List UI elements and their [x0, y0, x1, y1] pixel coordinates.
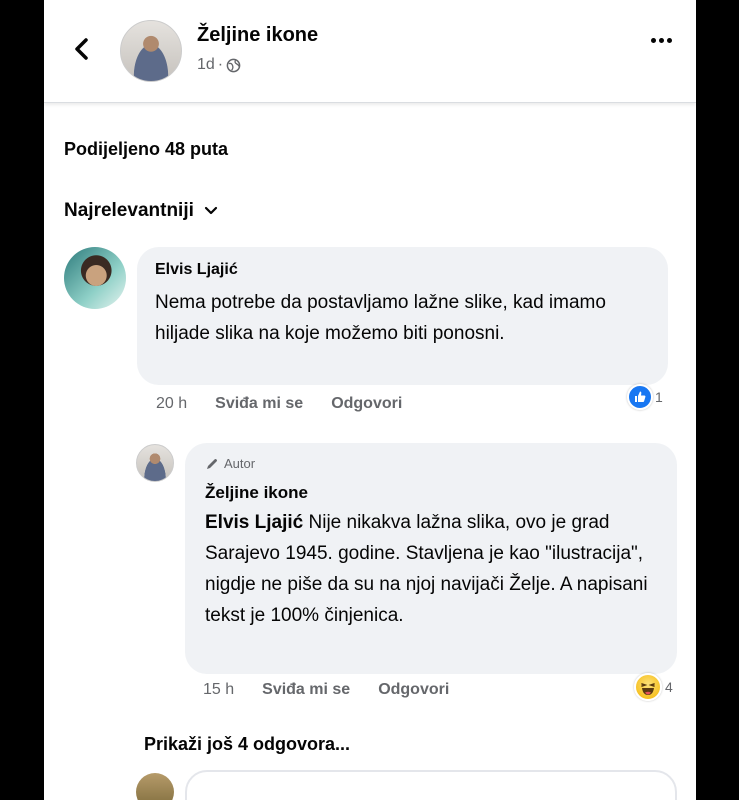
shares-count[interactable]: Podijeljeno 48 puta: [64, 139, 228, 160]
page-title[interactable]: Željine ikone: [197, 24, 318, 47]
reply-reaction-count: 4: [665, 679, 673, 695]
comment-author[interactable]: Elvis Ljajić: [155, 261, 238, 279]
back-arrow-icon: [75, 38, 88, 60]
show-more-replies-link[interactable]: Prikaži još 4 odgovora...: [144, 734, 350, 755]
reply-bubble: Autor Željine ikone Elvis Ljajić Nije ni…: [185, 443, 677, 674]
commenter-avatar[interactable]: [64, 247, 126, 309]
page-header: Željine ikone 1d ·: [44, 0, 696, 103]
dot-icon: [651, 38, 656, 43]
author-badge-label: Autor: [224, 456, 256, 471]
post-time[interactable]: 1d: [197, 56, 215, 74]
reaction-count: 1: [655, 389, 663, 405]
reply-mention[interactable]: Elvis Ljajić: [205, 512, 303, 533]
sort-dropdown[interactable]: Najrelevantniji: [64, 200, 218, 222]
comment-actions: 20 h Sviđa mi se Odgovori: [156, 395, 402, 413]
reply-reaction-summary[interactable]: 4: [634, 673, 673, 701]
reply-actions: 15 h Sviđa mi se Odgovori: [203, 681, 449, 699]
pen-icon: [207, 458, 217, 469]
more-options-button[interactable]: [651, 38, 672, 43]
reply-like-button[interactable]: Sviđa mi se: [262, 681, 350, 699]
reply-text: Elvis Ljajić Nije nikakva lažna slika, o…: [205, 507, 665, 631]
dot-icon: [667, 38, 672, 43]
reaction-summary[interactable]: 1: [627, 384, 663, 410]
reply-author[interactable]: Željine ikone: [205, 483, 308, 503]
haha-icon: [634, 673, 662, 701]
sort-label: Najrelevantniji: [64, 200, 194, 221]
meta-separator: ·: [217, 56, 224, 73]
reply-author-avatar[interactable]: [136, 444, 174, 482]
reply-reply-button[interactable]: Odgovori: [378, 681, 449, 699]
comment-text: Nema potrebe da postavljamo lažne slike,…: [155, 292, 606, 344]
comment-bubble: Elvis Ljajić Nema potrebe da postavljamo…: [137, 247, 668, 385]
dot-icon: [659, 38, 664, 43]
reply-button[interactable]: Odgovori: [331, 395, 402, 413]
like-button[interactable]: Sviđa mi se: [215, 395, 303, 413]
chevron-down-icon: [204, 206, 217, 215]
reply-input[interactable]: [185, 770, 677, 800]
author-badge: Autor: [205, 456, 255, 471]
reply-time[interactable]: 15 h: [203, 681, 234, 699]
page-avatar[interactable]: [120, 20, 182, 82]
current-user-avatar: [136, 773, 174, 800]
globe-icon: [226, 58, 241, 72]
back-button[interactable]: [66, 34, 96, 64]
like-icon: [627, 384, 653, 410]
screen-frame: Željine ikone 1d · Podijeljeno 48 puta N…: [44, 0, 696, 800]
post-meta: 1d ·: [197, 56, 241, 74]
comment-time[interactable]: 20 h: [156, 395, 187, 413]
